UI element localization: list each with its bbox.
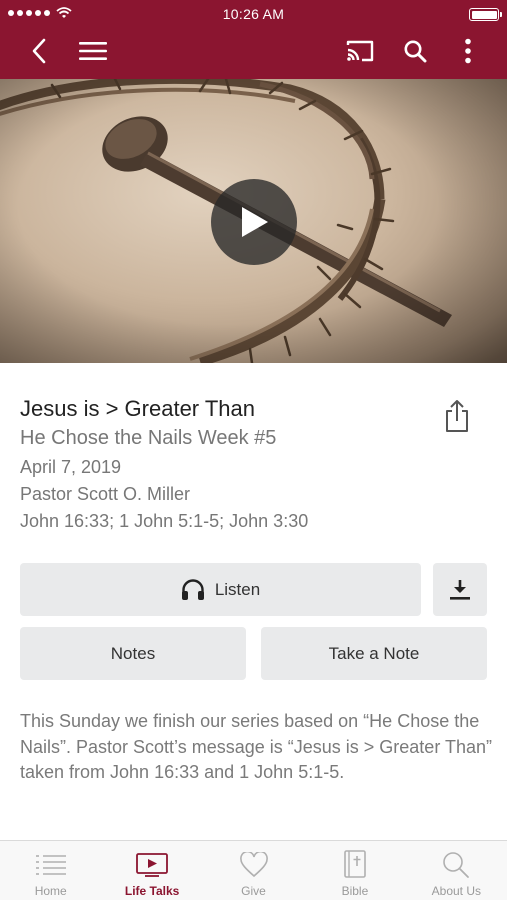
back-button[interactable] <box>22 34 56 68</box>
download-button[interactable] <box>433 563 487 616</box>
headphones-icon <box>181 578 204 600</box>
search-icon <box>404 40 427 63</box>
cast-icon <box>346 40 374 62</box>
tab-bible[interactable]: Bible <box>304 841 405 900</box>
tab-give-label: Give <box>241 884 266 898</box>
app-header: 10:26 AM <box>0 0 507 79</box>
bible-icon <box>344 850 366 878</box>
battery-icon <box>469 8 502 21</box>
tab-about-us[interactable]: About Us <box>406 841 507 900</box>
heart-icon <box>239 852 268 878</box>
sermon-description: This Sunday we finish our series based o… <box>20 711 493 782</box>
listen-button[interactable]: Listen <box>20 563 421 616</box>
sermon-date: April 7, 2019 <box>20 457 122 477</box>
tab-bar: Home Life Talks Give Bible About Us <box>0 840 507 900</box>
status-bar: 10:26 AM <box>0 0 507 28</box>
tab-life-talks[interactable]: Life Talks <box>101 841 202 900</box>
share-button[interactable] <box>441 398 473 434</box>
sermon-title: Jesus is > Greater Than <box>20 396 255 421</box>
tab-bible-label: Bible <box>341 884 369 898</box>
tab-home[interactable]: Home <box>0 841 101 900</box>
tab-life-talks-label: Life Talks <box>124 884 180 898</box>
notes-label: Notes <box>110 643 156 663</box>
search-icon <box>443 852 470 878</box>
sermon-speaker: Pastor Scott O. Miller <box>20 484 191 504</box>
sermon-scripture: John 16:33; 1 John 5:1-5; John 3:30 <box>20 511 309 531</box>
listen-label: Listen <box>214 579 261 599</box>
share-icon <box>446 400 468 432</box>
tab-about-us-label: About Us <box>431 884 481 898</box>
menu-button[interactable] <box>76 34 110 68</box>
menu-icon <box>79 42 107 60</box>
take-a-note-button[interactable]: Take a Note <box>261 627 487 680</box>
download-icon <box>450 579 470 600</box>
series-subtitle: He Chose the Nails Week #5 <box>20 427 277 449</box>
play-icon <box>242 207 268 237</box>
play-button[interactable] <box>211 179 297 265</box>
video-icon <box>136 853 169 877</box>
search-button[interactable] <box>398 34 432 68</box>
tab-give[interactable]: Give <box>203 841 304 900</box>
back-icon <box>32 38 46 64</box>
status-time: 10:26 AM <box>222 6 285 22</box>
notes-button[interactable]: Notes <box>20 627 246 680</box>
cast-button[interactable] <box>343 34 377 68</box>
list-icon <box>35 855 66 875</box>
more-icon <box>465 38 471 64</box>
tab-home-label: Home <box>34 884 67 898</box>
more-options-button[interactable] <box>451 34 485 68</box>
take-a-note-label: Take a Note <box>328 643 420 663</box>
